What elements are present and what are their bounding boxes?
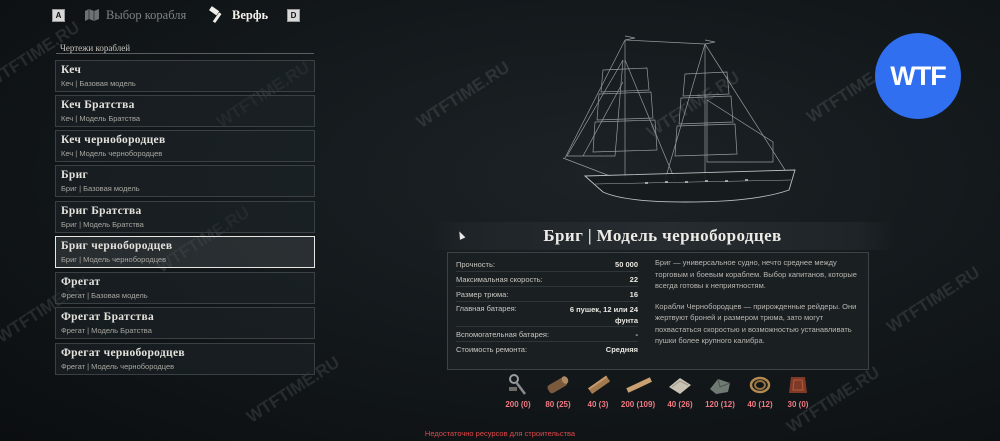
tab-shipyard[interactable]: Верфь (208, 6, 268, 24)
map-icon (85, 9, 99, 21)
ore-icon (710, 378, 731, 394)
blueprint-subtitle: Кеч | Базовая модель (61, 79, 136, 88)
stat-divider (456, 326, 638, 327)
cloth-icon (669, 378, 691, 394)
rope-icon (749, 376, 771, 394)
stat-divider (456, 341, 638, 342)
blueprint-name: Кеч чернобородцев (61, 134, 166, 146)
resource-count: 120 (12) (705, 400, 735, 409)
resource-count: 30 (0) (787, 400, 809, 409)
wtf-logo-text: WTF (890, 60, 946, 91)
key-d-hint: D (287, 9, 300, 22)
stat-divider (456, 271, 638, 272)
resource-requirements: 200 (0) 80 (25) 40 (3) 200 (109) 40 (26) (500, 373, 820, 418)
watermark: WTFTIME.RU (413, 57, 513, 132)
blueprint-name: Бриг Братства (61, 205, 142, 217)
blueprint-subtitle: Кеч | Модель Братства (61, 114, 141, 123)
stat-max-speed: Максимальная скорость: 22 (456, 275, 638, 284)
ship-description-paragraph: Корабли Чернобородцев — прирожденные рей… (655, 301, 857, 346)
stat-label: Вспомогательная батарея: (456, 330, 550, 339)
resource-rope: 40 (12) (742, 373, 778, 409)
logs-icon (547, 376, 569, 394)
blueprint-subtitle: Бриг | Базовая модель (61, 184, 140, 193)
ship-info-panel: Прочность: 50 000 Максимальная скорость:… (447, 252, 869, 370)
resource-tools: 200 (0) (500, 373, 536, 409)
blueprint-item-brig[interactable]: Бриг Бриг | Базовая модель (55, 165, 315, 197)
resource-cloth: 40 (26) (662, 373, 698, 409)
stat-divider (456, 301, 638, 302)
blueprint-subtitle: Бриг | Модель чернобородцев (61, 255, 167, 264)
tab-ship-select[interactable]: Выбор корабля (84, 6, 186, 24)
plank-icon (626, 377, 652, 393)
top-navigation: A Выбор корабля Верфь D (0, 0, 1000, 30)
ship-description-paragraph: Бриг — универсальное судно, нечто средне… (655, 258, 857, 290)
blueprint-name: Бриг чернобородцев (61, 240, 173, 252)
blueprints-title: Чертежи кораблей (60, 43, 131, 53)
stat-divider (456, 286, 638, 287)
blueprints-divider (56, 53, 314, 54)
resource-leather: 30 (0) (780, 373, 816, 409)
stat-label: Главная батарея: (456, 304, 517, 313)
stat-label: Прочность: (456, 260, 495, 269)
watermark: WTFTIME.RU (883, 262, 983, 337)
blueprint-item-ketch[interactable]: Кеч Кеч | Базовая модель (55, 60, 315, 92)
ship-blueprint-illustration (562, 35, 796, 203)
stat-value: 22 (629, 275, 638, 284)
resource-count: 200 (109) (620, 400, 656, 409)
resource-logs: 80 (25) (540, 373, 576, 409)
blueprint-item-frigate[interactable]: Фрегат Фрегат | Базовая модель (55, 272, 315, 304)
stat-label: Стоимость ремонта: (456, 345, 528, 354)
resource-count: 40 (12) (747, 400, 773, 409)
blueprint-item-ketch-brotherhood[interactable]: Кеч Братства Кеч | Модель Братства (55, 95, 315, 127)
resource-ore: 120 (12) (702, 373, 738, 409)
tab-shipyard-label: Верфь (232, 7, 269, 22)
stat-main-battery: Главная батарея: 6 пушек, 12 или 24 фунт… (456, 304, 638, 325)
blueprint-name: Фрегат Братства (61, 311, 155, 323)
blueprint-name: Бриг (61, 169, 89, 181)
blueprint-subtitle: Кеч | Модель чернобородцев (61, 149, 163, 158)
stat-value: Средняя (605, 345, 638, 354)
stat-hold-size: Размер трюма: 16 (456, 290, 638, 299)
stat-label: Максимальная скорость: (456, 275, 543, 284)
hammer-icon (209, 6, 222, 24)
tools-icon (509, 374, 526, 395)
leather-icon (789, 377, 807, 393)
stat-label: Размер трюма: (456, 290, 509, 299)
blueprint-name: Кеч (61, 64, 82, 76)
stat-value: 50 000 (615, 260, 638, 269)
stat-aux-battery: Вспомогательная батарея: - (456, 330, 638, 339)
blueprint-name: Фрегат (61, 276, 101, 288)
blueprint-item-brig-brotherhood[interactable]: Бриг Братства Бриг | Модель Братства (55, 201, 315, 233)
stat-value: - (635, 330, 639, 339)
blueprint-subtitle: Бриг | Модель Братства (61, 220, 144, 229)
stat-value: 6 пушек, 12 или 24 фунта (569, 305, 638, 325)
blueprint-name: Фрегат чернобородцев (61, 347, 185, 359)
stat-durability: Прочность: 50 000 (456, 260, 638, 269)
resource-count: 40 (3) (587, 400, 609, 409)
beam-icon (588, 375, 611, 395)
blueprint-name: Кеч Братства (61, 99, 135, 111)
stat-repair-cost: Стоимость ремонта: Средняя (456, 345, 638, 354)
resource-count: 80 (25) (545, 400, 571, 409)
blueprint-item-frigate-brotherhood[interactable]: Фрегат Братства Фрегат | Модель Братства (55, 307, 315, 339)
tab-ship-select-label: Выбор корабля (106, 7, 187, 22)
blueprint-subtitle: Фрегат | Модель чернобородцев (61, 362, 175, 371)
ship-title-banner: Бриг | Модель чернобородцев (430, 222, 895, 250)
blueprint-item-frigate-blackbeard[interactable]: Фрегат чернобородцев Фрегат | Модель чер… (55, 343, 315, 375)
resource-count: 40 (26) (667, 400, 693, 409)
blueprint-item-ketch-blackbeard[interactable]: Кеч чернобородцев Кеч | Модель черноборо… (55, 130, 315, 162)
resource-beams: 40 (3) (580, 373, 616, 409)
resource-count: 200 (0) (505, 400, 531, 409)
ship-title: Бриг | Модель чернобородцев (543, 226, 782, 245)
blueprint-subtitle: Фрегат | Модель Братства (61, 326, 152, 335)
insufficient-resources-warning: Недостаточно ресурсов для строительства (424, 429, 576, 438)
wtf-logo: WTF (875, 33, 961, 119)
blueprint-subtitle: Фрегат | Базовая модель (61, 291, 148, 300)
resource-planks: 200 (109) (620, 373, 656, 409)
blueprint-item-brig-blackbeard[interactable]: Бриг чернобородцев Бриг | Модель чернобо… (55, 236, 315, 268)
stat-value: 16 (629, 290, 638, 299)
ship-description: Бриг — универсальное судно, нечто средне… (655, 257, 860, 356)
key-a-hint: A (52, 9, 65, 22)
